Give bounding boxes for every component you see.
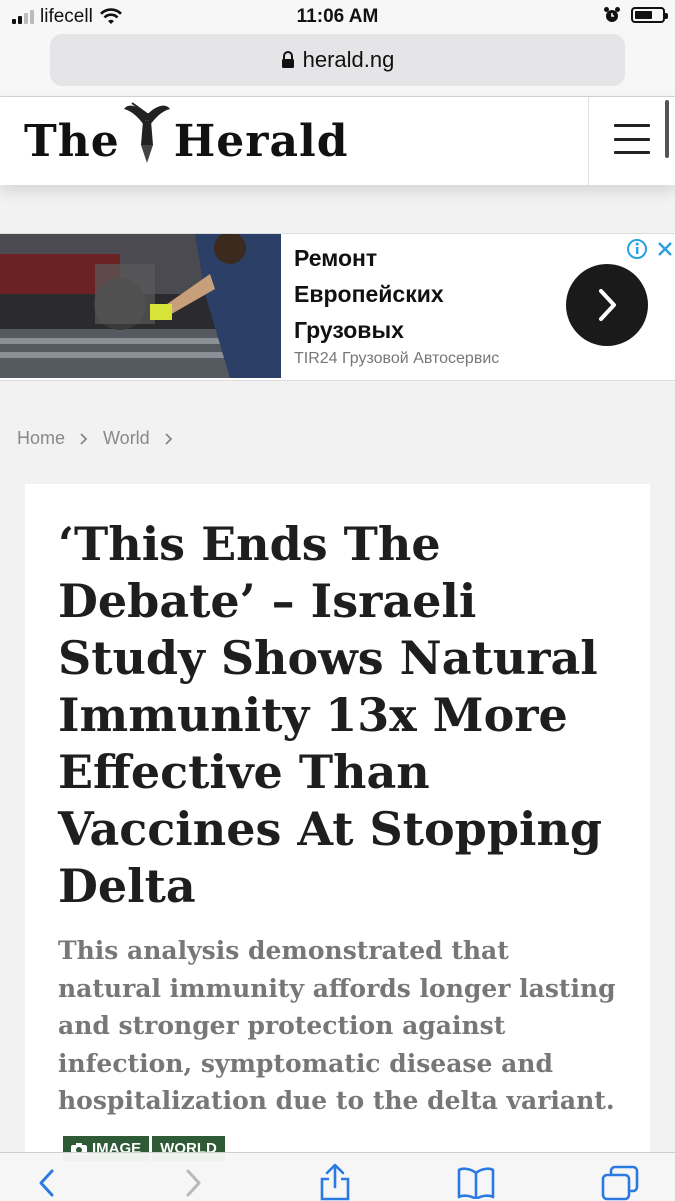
- angel-logo-icon: [123, 101, 170, 163]
- ad-image[interactable]: [0, 234, 281, 378]
- chevron-right-icon: [599, 289, 616, 321]
- ad-banner[interactable]: Ремонт Европейских Грузовых TIR24 Грузов…: [0, 233, 675, 381]
- battery-icon: [631, 7, 668, 23]
- browser-toolbar: [0, 1152, 675, 1201]
- scroll-indicator: [665, 100, 669, 158]
- chevron-right-icon: [165, 432, 172, 445]
- breadcrumb-world[interactable]: World: [103, 428, 150, 449]
- status-time: 11:06 AM: [296, 6, 379, 27]
- ad-arrow-button[interactable]: [566, 264, 648, 346]
- url-text: herald.ng: [302, 47, 395, 72]
- address-bar[interactable]: herald.ng: [50, 34, 625, 86]
- hamburger-menu-icon[interactable]: [614, 124, 650, 154]
- breadcrumb: Home World: [17, 428, 174, 449]
- chevron-right-icon: [80, 432, 88, 445]
- breadcrumb-home[interactable]: Home: [17, 428, 65, 449]
- ad-close-icon[interactable]: [656, 240, 674, 258]
- alarm-clock-icon: [604, 7, 620, 22]
- logo-text-the: The: [24, 116, 120, 167]
- ad-info-icon[interactable]: [626, 238, 648, 260]
- ad-title[interactable]: Ремонт Европейских Грузовых: [294, 240, 444, 348]
- share-icon[interactable]: [318, 1163, 352, 1201]
- status-bar: lifecell 11:06 AM: [0, 0, 675, 34]
- logo-text-herald: Herald: [173, 116, 349, 167]
- back-icon[interactable]: [36, 1167, 56, 1199]
- article-excerpt: This analysis demonstrated that natural …: [58, 936, 616, 1115]
- tabs-icon[interactable]: [601, 1165, 639, 1201]
- forward-icon[interactable]: [184, 1167, 204, 1199]
- site-logo[interactable]: The Herald: [24, 101, 349, 167]
- ad-source: TIR24 Грузовой Автосервис: [294, 350, 500, 367]
- lock-icon: [281, 51, 294, 68]
- article-headline: ‘This Ends The Debate’ – Israeli Study S…: [58, 517, 603, 913]
- header-divider: [588, 97, 589, 185]
- bookmarks-icon[interactable]: [456, 1165, 496, 1199]
